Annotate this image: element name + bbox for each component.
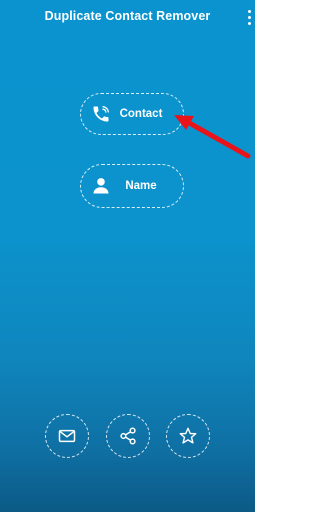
more-vert-icon[interactable] bbox=[245, 8, 253, 26]
rate-button[interactable] bbox=[166, 414, 210, 458]
mail-icon bbox=[58, 429, 76, 443]
contact-button[interactable]: Contact bbox=[80, 93, 184, 135]
menu-dot bbox=[247, 9, 251, 13]
contact-button-label: Contact bbox=[119, 108, 163, 120]
share-icon bbox=[120, 427, 136, 445]
name-button-label: Name bbox=[125, 180, 157, 192]
mail-button[interactable] bbox=[45, 414, 89, 458]
share-button[interactable] bbox=[106, 414, 150, 458]
name-button[interactable]: Name bbox=[80, 164, 184, 208]
menu-dot bbox=[247, 21, 251, 25]
annotation-arrow bbox=[174, 115, 251, 159]
app-title: Duplicate Contact Remover bbox=[44, 9, 211, 23]
menu-dot bbox=[247, 15, 251, 19]
app-screen: Duplicate Contact Remover Contact Name bbox=[0, 0, 255, 512]
star-icon bbox=[179, 427, 197, 444]
